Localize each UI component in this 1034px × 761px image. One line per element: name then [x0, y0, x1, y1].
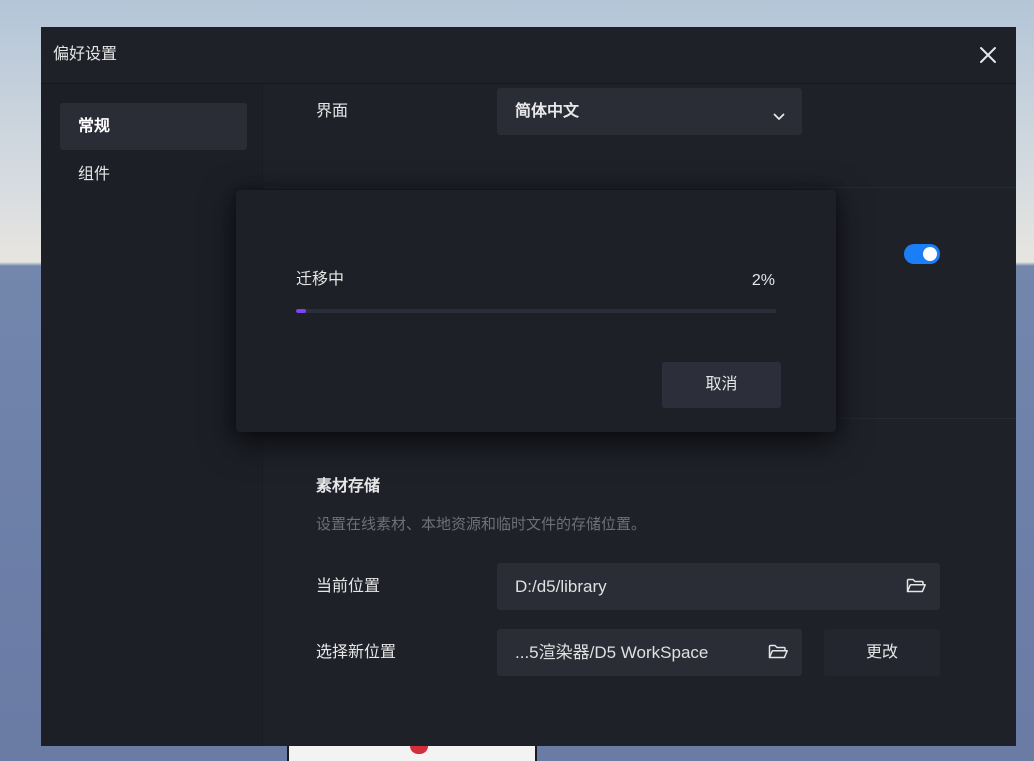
- chevron-down-icon: [773, 108, 785, 120]
- dialog-title: 偏好设置: [53, 46, 118, 63]
- new-location-field[interactable]: ...5渲染器/D5 WorkSpace: [497, 629, 802, 676]
- toggle-knob: [923, 247, 937, 261]
- change-location-button[interactable]: 更改: [824, 629, 940, 676]
- language-select-value: 简体中文: [515, 103, 580, 120]
- migration-title: 迁移中: [296, 271, 345, 288]
- storage-section-title: 素材存储: [316, 478, 381, 495]
- sidebar-item-label: 常规: [78, 118, 111, 135]
- background-red-mark: [410, 746, 428, 754]
- language-select[interactable]: 简体中文: [497, 88, 802, 135]
- current-location-label: 当前位置: [316, 578, 381, 595]
- background-canvas-object: [287, 744, 537, 761]
- folder-icon[interactable]: [768, 644, 789, 660]
- sidebar-item-label: 组件: [78, 166, 111, 183]
- folder-icon[interactable]: [906, 578, 927, 594]
- current-location-field: D:/d5/library: [497, 563, 940, 610]
- progress-fill: [296, 309, 306, 313]
- setting-toggle[interactable]: [904, 244, 940, 264]
- new-location-label: 选择新位置: [316, 644, 397, 661]
- section-divider: [263, 187, 1016, 188]
- desktop-background: 偏好设置 常规 组件 界面 简体中文 素材存储 设置在线素材、本地资源和临时文件…: [0, 0, 1034, 761]
- cancel-button[interactable]: 取消: [662, 362, 781, 408]
- migration-percent: 2%: [751, 272, 775, 289]
- sidebar: 常规 组件: [41, 84, 263, 746]
- storage-section-description: 设置在线素材、本地资源和临时文件的存储位置。: [316, 516, 647, 533]
- migration-progress-dialog: 迁移中 2% 取消: [236, 190, 836, 432]
- interface-label: 界面: [316, 103, 349, 120]
- current-location-value: D:/d5/library: [515, 577, 607, 596]
- new-location-value: ...5渲染器/D5 WorkSpace: [515, 643, 709, 662]
- title-bar: 偏好设置: [41, 27, 1016, 84]
- progress-track: [296, 309, 776, 313]
- sidebar-item-general[interactable]: 常规: [60, 103, 247, 150]
- close-icon[interactable]: [979, 46, 997, 64]
- sidebar-item-components[interactable]: 组件: [60, 151, 247, 198]
